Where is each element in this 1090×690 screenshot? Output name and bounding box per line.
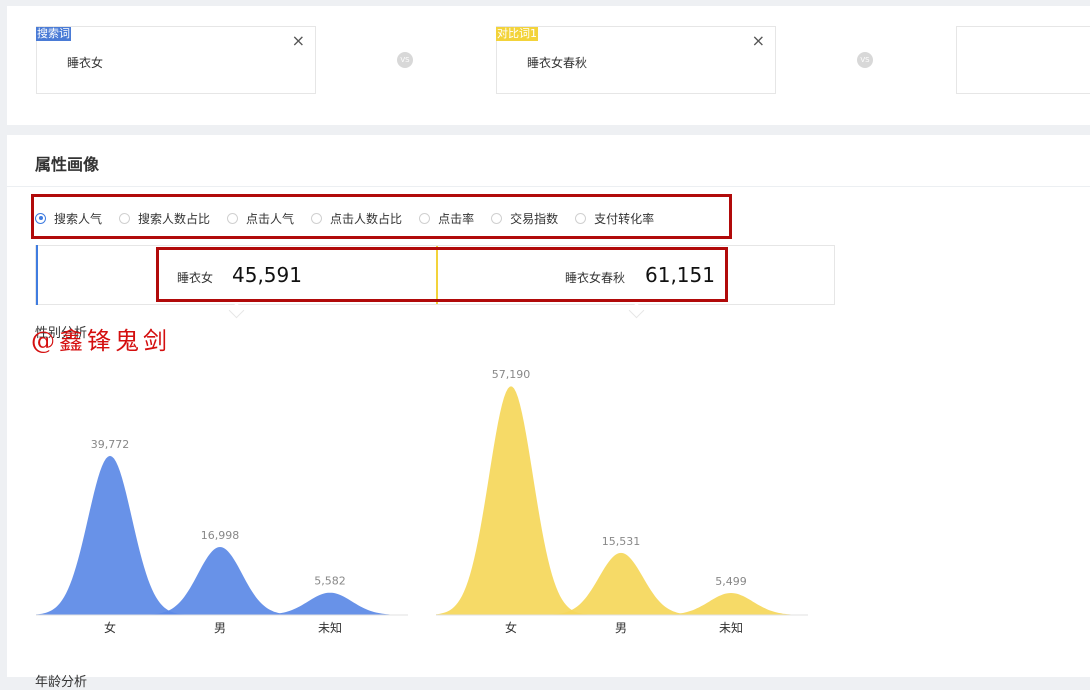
close-icon[interactable]: × — [752, 33, 765, 49]
category-label: 女 — [505, 620, 517, 635]
peak-0-0 — [36, 455, 190, 615]
data-label: 5,582 — [314, 575, 346, 588]
highlight-box-metrics — [31, 194, 732, 239]
compare-keyword-text: 睡衣女春秋 — [527, 56, 588, 70]
peak-1-2 — [651, 593, 808, 615]
pointer-notch — [228, 302, 245, 319]
peak-0-1 — [140, 547, 300, 615]
category-label: 男 — [615, 621, 627, 635]
search-keyword-box[interactable]: 搜索词 睡衣女 × — [36, 26, 316, 94]
category-label: 女 — [104, 620, 116, 635]
search-keyword-tag: 搜索词 — [36, 27, 71, 41]
gender-chart: 39,772 女 16,998 男 5,582 未知 57,190 女 15,531 男 5,499… — [36, 368, 808, 635]
primary-accent — [36, 245, 38, 305]
vs-icon: VS — [857, 52, 873, 68]
category-label: 未知 — [318, 621, 342, 635]
data-label: 39,772 — [91, 438, 130, 451]
data-label: 57,190 — [492, 368, 531, 381]
keyword-panel: 搜索词 睡衣女 × VS 对比词1 睡衣女春秋 × VS — [7, 6, 1090, 125]
divider — [7, 186, 1090, 187]
close-icon[interactable]: × — [292, 33, 305, 49]
data-label: 16,998 — [201, 529, 240, 542]
compare-keyword-box[interactable]: 对比词1 睡衣女春秋 × — [496, 26, 776, 94]
category-label: 男 — [214, 621, 226, 635]
search-keyword-text: 睡衣女 — [67, 56, 104, 70]
vs-icon: VS — [397, 52, 413, 68]
age-analysis-title: 年龄分析 — [35, 675, 88, 690]
compare-keyword-tag: 对比词1 — [496, 27, 538, 41]
data-label: 5,499 — [715, 575, 747, 588]
pointer-notch — [628, 302, 645, 319]
peak-1-0 — [436, 386, 591, 615]
section-title: 属性画像 — [35, 155, 100, 174]
add-keyword-box[interactable] — [956, 26, 1090, 94]
attribute-panel: 属性画像 搜索人气 搜索人数占比 点击人气 点击人数占比 点击率 交易指数 支付… — [7, 135, 1090, 690]
category-label: 未知 — [719, 621, 743, 635]
highlight-box-values — [156, 247, 728, 302]
data-label: 15,531 — [602, 535, 641, 548]
